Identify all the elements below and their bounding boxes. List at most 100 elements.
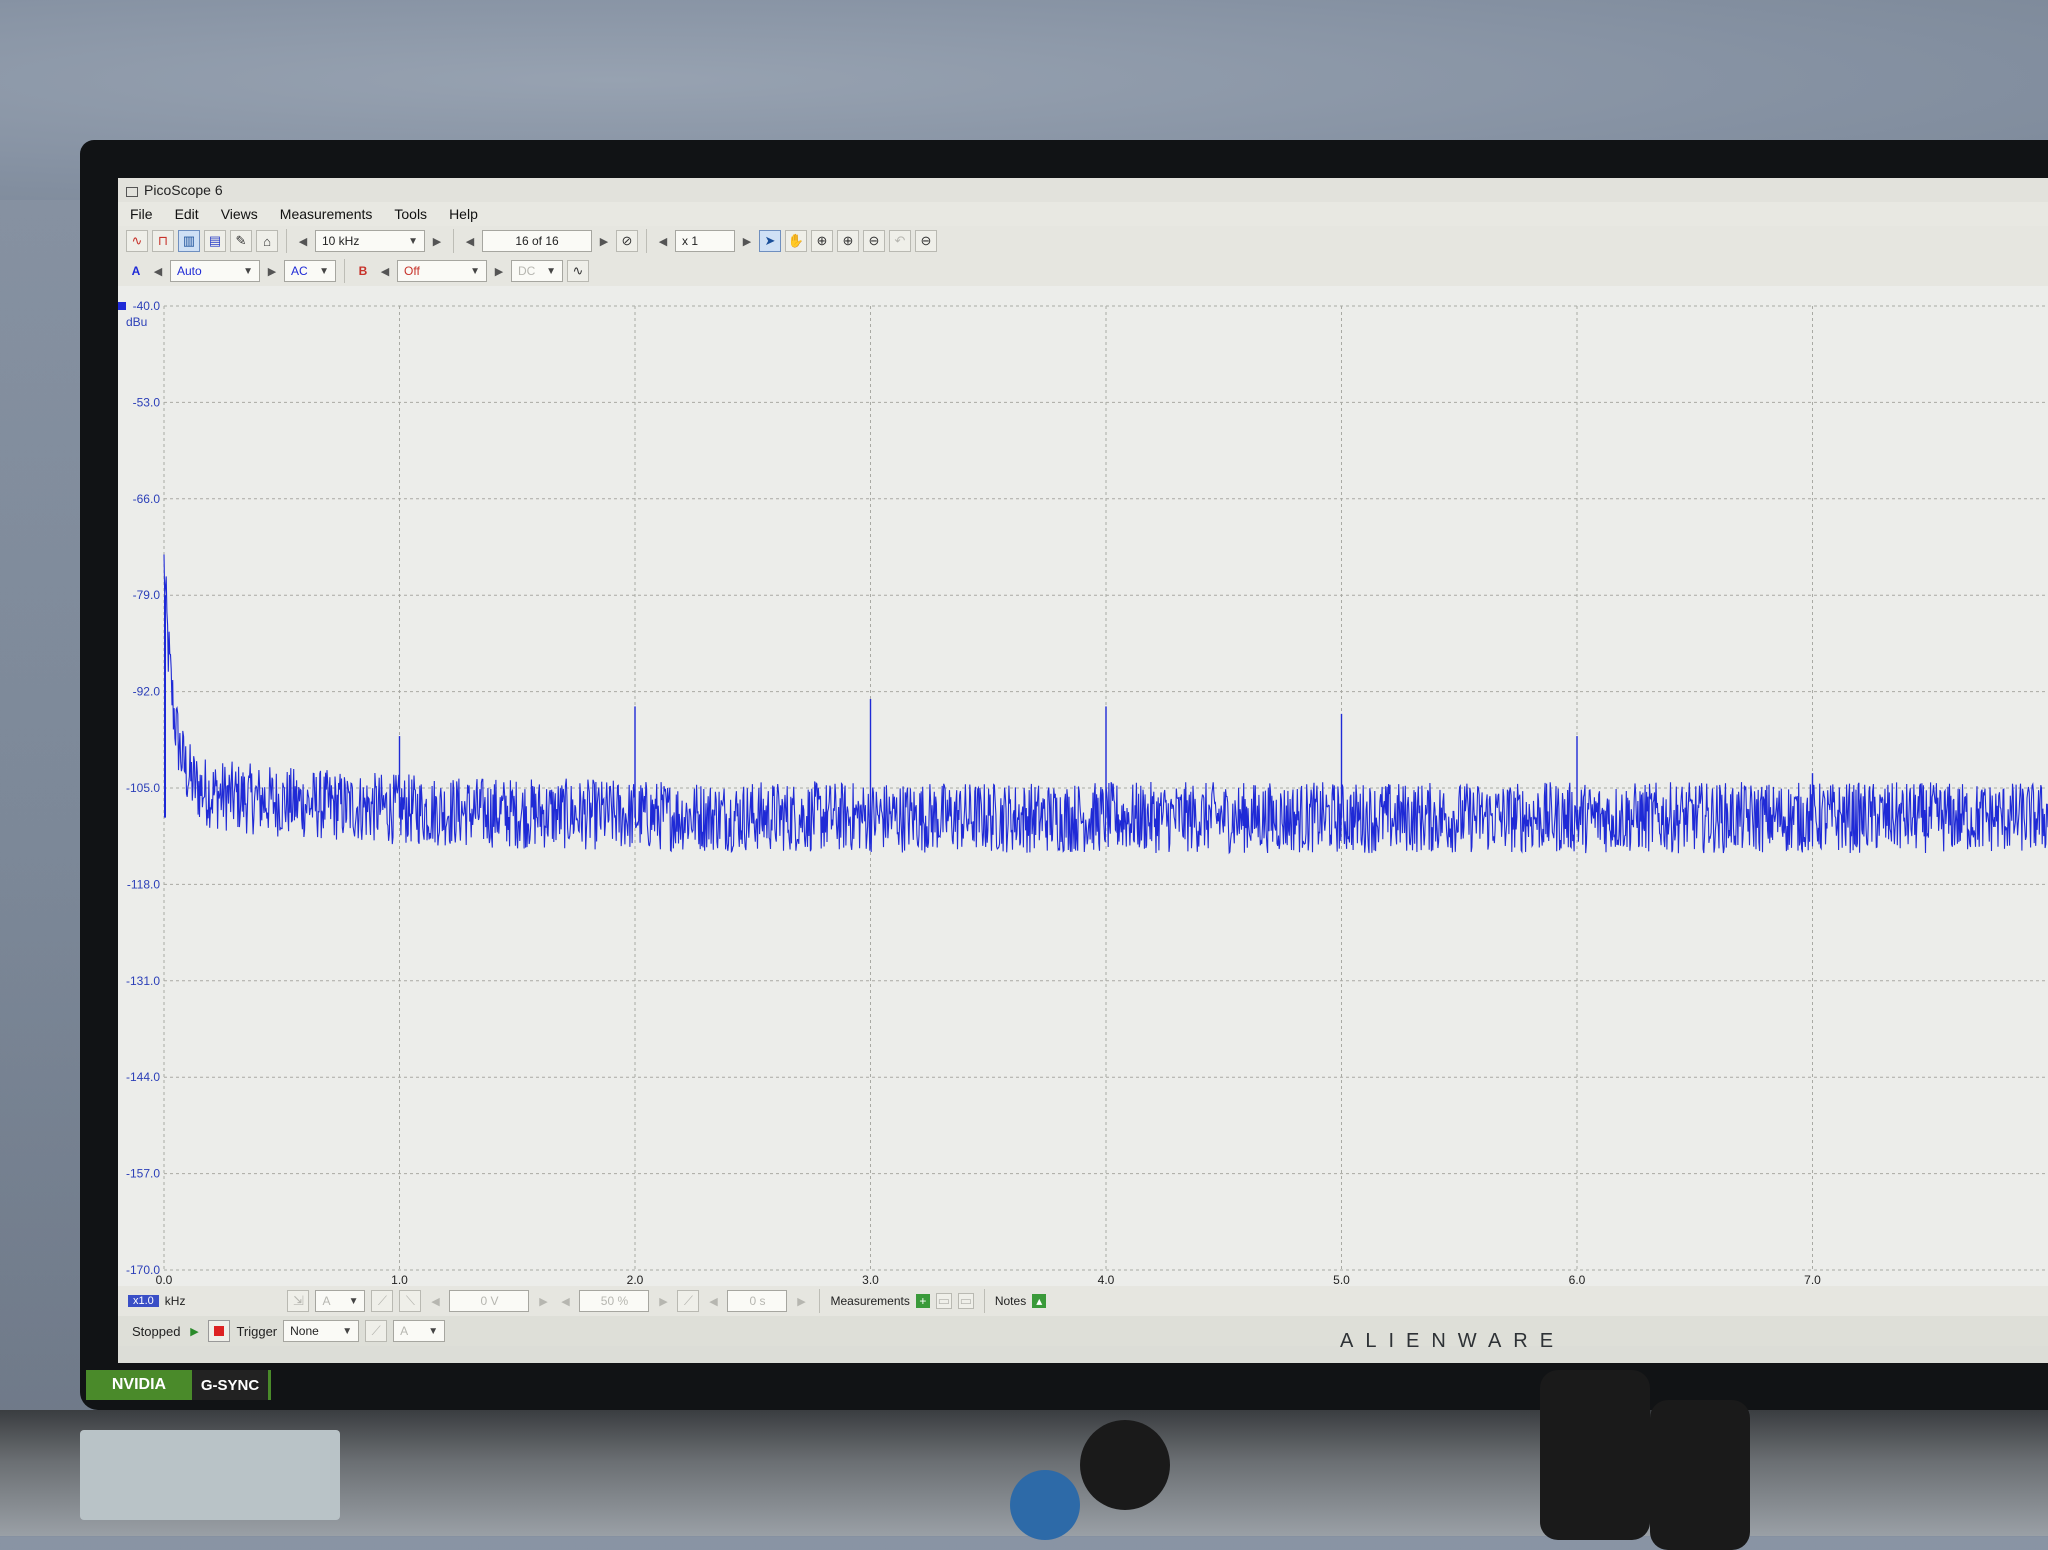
channel-a-coupling-value: AC <box>291 264 308 278</box>
chevron-down-icon: ▼ <box>348 1295 359 1307</box>
buffer-prev-arrow[interactable]: ◀ <box>462 230 478 252</box>
zoom-factor-field[interactable]: x 1 <box>675 230 735 252</box>
scale-badge[interactable]: x1.0 <box>128 1295 159 1307</box>
zoom-out-icon[interactable]: ⊖ <box>863 230 885 252</box>
component-bag <box>80 1430 340 1520</box>
voltage-field[interactable]: 0 V <box>449 1290 530 1312</box>
timebase-prev-arrow[interactable]: ◀ <box>295 230 311 252</box>
undo-zoom-icon[interactable]: ↶ <box>889 230 911 252</box>
app-window: PicoScope 6 File Edit Views Measurements… <box>118 178 2048 1363</box>
start-icon[interactable]: ▶ <box>186 1320 202 1342</box>
x-tick-label: 2.0 <box>627 1273 644 1286</box>
x-tick-label: 6.0 <box>1569 1273 1586 1286</box>
voltage-next-arrow[interactable]: ▶ <box>535 1290 551 1312</box>
menu-help[interactable]: Help <box>449 206 478 222</box>
channel-a-label: A <box>131 264 141 278</box>
chevron-down-icon: ▼ <box>546 265 556 277</box>
channel-a-range-prev-arrow[interactable]: ◀ <box>150 260 166 282</box>
capacitor-shape <box>1650 1400 1750 1550</box>
home-icon[interactable]: ⌂ <box>256 230 278 252</box>
time-next-arrow[interactable]: ▶ <box>793 1290 809 1312</box>
voltage-prev-arrow[interactable]: ◀ <box>427 1290 443 1312</box>
signal-generator-icon[interactable]: ∿ <box>567 260 589 282</box>
timebase-select[interactable]: 10 kHz ▼ <box>315 230 425 252</box>
spectrum-plot[interactable]: -40.0 -53.0 -66.0 -79.0 -92.0 -105.0 -118.0 -13… <box>118 286 2048 1287</box>
x-tick-label: 7.0 <box>1804 1273 1821 1286</box>
channel-a-range-next-arrow[interactable]: ▶ <box>264 260 280 282</box>
zoom-to-fit-icon[interactable]: ⊖ <box>915 230 937 252</box>
monitor-brand: ALIENWARE <box>1340 1330 1566 1352</box>
toolbar-separator <box>983 1289 985 1313</box>
pretrigger-icon[interactable]: ⟋ <box>677 1290 700 1312</box>
delete-measurement-icon[interactable]: ▭ <box>957 1293 974 1309</box>
percent-next-arrow[interactable]: ▶ <box>655 1290 671 1312</box>
chevron-down-icon: ▼ <box>243 265 253 277</box>
menu-tools[interactable]: Tools <box>394 206 427 222</box>
zoom-tool-icon[interactable]: ⊕ <box>811 230 833 252</box>
channel-a-coupling-select[interactable]: AC ▼ <box>284 260 336 282</box>
measurements-label: Measurements <box>830 1294 910 1308</box>
x-tick-label: 4.0 <box>1098 1273 1115 1286</box>
y-tick-label: -79.0 <box>133 588 161 602</box>
spectrum-mode-icon[interactable]: ▥ <box>178 230 200 252</box>
capacitor-shape <box>1080 1420 1170 1510</box>
channel-b-range-select[interactable]: Off ▼ <box>397 260 487 282</box>
time-prev-arrow[interactable]: ◀ <box>705 1290 721 1312</box>
timebase-next-arrow[interactable]: ▶ <box>429 230 445 252</box>
x-tick-label: 1.0 <box>391 1273 408 1286</box>
trigger-mode-value: None <box>290 1324 319 1338</box>
trigger-label: Trigger <box>236 1323 278 1339</box>
spectrum-chart: -40.0 -53.0 -66.0 -79.0 -92.0 -105.0 -118.0 -13… <box>118 299 2048 1287</box>
edit-measurement-icon[interactable]: ▭ <box>935 1293 952 1309</box>
window-title: PicoScope 6 <box>144 182 223 198</box>
pointer-tool-icon[interactable]: ➤ <box>759 230 781 252</box>
stop-button[interactable] <box>208 1320 231 1342</box>
main-toolbar: ∿ ⊓ ▥ ▤ ✎ ⌂ ◀ 10 kHz ▼ ▶ ◀ 16 of 16 ▶ ⊘ … <box>118 226 2048 256</box>
ruler-channel-select[interactable]: A ▼ <box>315 1290 366 1312</box>
ruler-icon[interactable]: ⇲ <box>287 1290 310 1312</box>
trigger-channel-select[interactable]: A ▼ <box>393 1320 446 1342</box>
buffer-next-arrow[interactable]: ▶ <box>596 230 612 252</box>
menu-measurements[interactable]: Measurements <box>280 206 373 222</box>
zoom-in-icon[interactable]: ⊕ <box>837 230 859 252</box>
hand-tool-icon[interactable]: ✋ <box>785 230 807 252</box>
add-measurement-icon[interactable]: + <box>915 1294 930 1308</box>
trigger-mode-select[interactable]: None ▼ <box>283 1320 360 1342</box>
channel-b-range-next-arrow[interactable]: ▶ <box>491 260 507 282</box>
x-unit-label: kHz <box>164 1294 186 1308</box>
percent-prev-arrow[interactable]: ◀ <box>557 1290 573 1312</box>
y-tick-label: -66.0 <box>133 492 161 506</box>
falling-edge-icon[interactable]: ⟍ <box>399 1290 422 1312</box>
buffer-overview-icon[interactable]: ⊘ <box>616 230 638 252</box>
add-spectrum-view-icon[interactable]: ▤ <box>204 230 226 252</box>
scope-mode-icon[interactable]: ∿ <box>126 230 148 252</box>
x-tick-label: 0.0 <box>156 1273 173 1286</box>
chevron-down-icon: ▼ <box>342 1325 353 1337</box>
channel-b-label: B <box>358 264 368 278</box>
rising-edge-icon[interactable]: ⟋ <box>371 1290 394 1312</box>
channel-a-range-select[interactable]: Auto ▼ <box>170 260 260 282</box>
buffer-navigator[interactable]: 16 of 16 <box>482 230 592 252</box>
toolbar-separator <box>819 1289 821 1313</box>
time-field[interactable]: 0 s <box>727 1290 788 1312</box>
menu-bar: File Edit Views Measurements Tools Help <box>118 202 2048 226</box>
menu-edit[interactable]: Edit <box>175 206 199 222</box>
y-tick-label: -157.0 <box>126 1167 160 1181</box>
zoom-prev-arrow[interactable]: ◀ <box>655 230 671 252</box>
probe-icon[interactable]: ✎ <box>230 230 252 252</box>
menu-views[interactable]: Views <box>221 206 258 222</box>
gsync-badge: G-SYNC <box>192 1370 271 1400</box>
percent-field[interactable]: 50 % <box>579 1290 650 1312</box>
channel-b-coupling-select[interactable]: DC ▼ <box>511 260 563 282</box>
time-value: 0 s <box>749 1294 766 1308</box>
channel-a-range-value: Auto <box>177 264 202 278</box>
zoom-next-arrow[interactable]: ▶ <box>739 230 755 252</box>
trigger-advanced-icon[interactable]: ⟋ <box>365 1320 388 1342</box>
persistence-mode-icon[interactable]: ⊓ <box>152 230 174 252</box>
menu-file[interactable]: File <box>130 206 153 222</box>
channel-b-range-prev-arrow[interactable]: ◀ <box>377 260 393 282</box>
notes-toggle-icon[interactable]: ▴ <box>1032 1294 1047 1308</box>
channel-b-coupling-value: DC <box>518 264 536 278</box>
y-tick-label: -118.0 <box>127 877 160 891</box>
chevron-down-icon: ▼ <box>319 265 329 277</box>
